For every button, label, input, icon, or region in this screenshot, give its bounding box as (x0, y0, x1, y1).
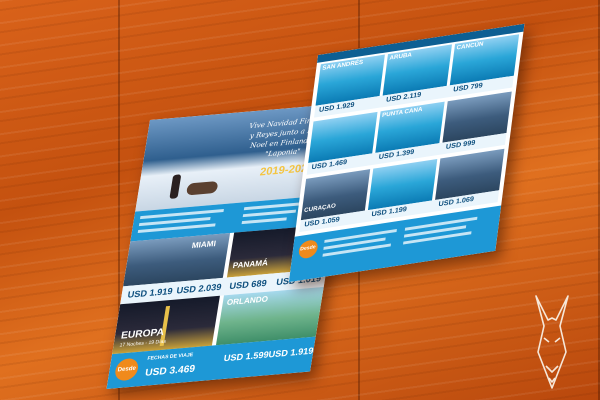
desde-text: Desde (117, 365, 137, 374)
scene: { "front_flyer": { "script_headline": ["… (0, 0, 600, 400)
san-andres-title: SAN ANDRÉS (321, 59, 364, 72)
back-desde-text: Desde (299, 244, 317, 253)
info-line (242, 209, 297, 218)
info-line (241, 217, 287, 225)
cancun-title: CANCÚN (456, 41, 484, 52)
orlando-title: ORLANDO (226, 294, 269, 308)
orlando-receso-price: USD 1.599 (223, 349, 270, 364)
back-flyer: SAN ANDRÉS ARUBA CANCÚN USD 1.929 USD 2.… (288, 23, 525, 283)
aruba-price: USD 2.119 (385, 91, 422, 104)
back-desde-badge: Desde (297, 238, 319, 260)
panama-title: PANAMÁ (232, 258, 269, 271)
tile-price: USD 1.069 (438, 195, 475, 209)
punta-cana-title: PUNTA CANA (381, 106, 423, 119)
tile-price: USD 1.199 (370, 206, 408, 219)
info-line (139, 208, 224, 220)
curacao-title: CURAÇAO (303, 203, 337, 215)
cancun-price: USD 799 (452, 82, 483, 94)
panama-receso-price: USD 689 (228, 277, 268, 292)
aruba-title: ARUBA (389, 52, 413, 62)
fechas-label: FECHAS DE VIAJE (146, 352, 194, 362)
miami-fin-price: USD 2.039 (175, 281, 223, 296)
europa-price: USD 3.469 (144, 363, 196, 379)
san-andres-price: USD 1.929 (318, 101, 355, 114)
desde-badge: Desde (113, 357, 140, 382)
curacao-price: USD 1.059 (303, 216, 341, 229)
tile-price: USD 1.469 (311, 159, 348, 172)
miami-title: MIAMI (191, 239, 217, 251)
doberman-logo-icon (535, 295, 569, 389)
tile-price: USD 999 (445, 139, 476, 151)
miami-receso-price: USD 1.919 (126, 285, 174, 300)
orlando-fin-price: USD 1.919 (267, 345, 315, 360)
punta-cana-price: USD 1.399 (378, 148, 415, 162)
